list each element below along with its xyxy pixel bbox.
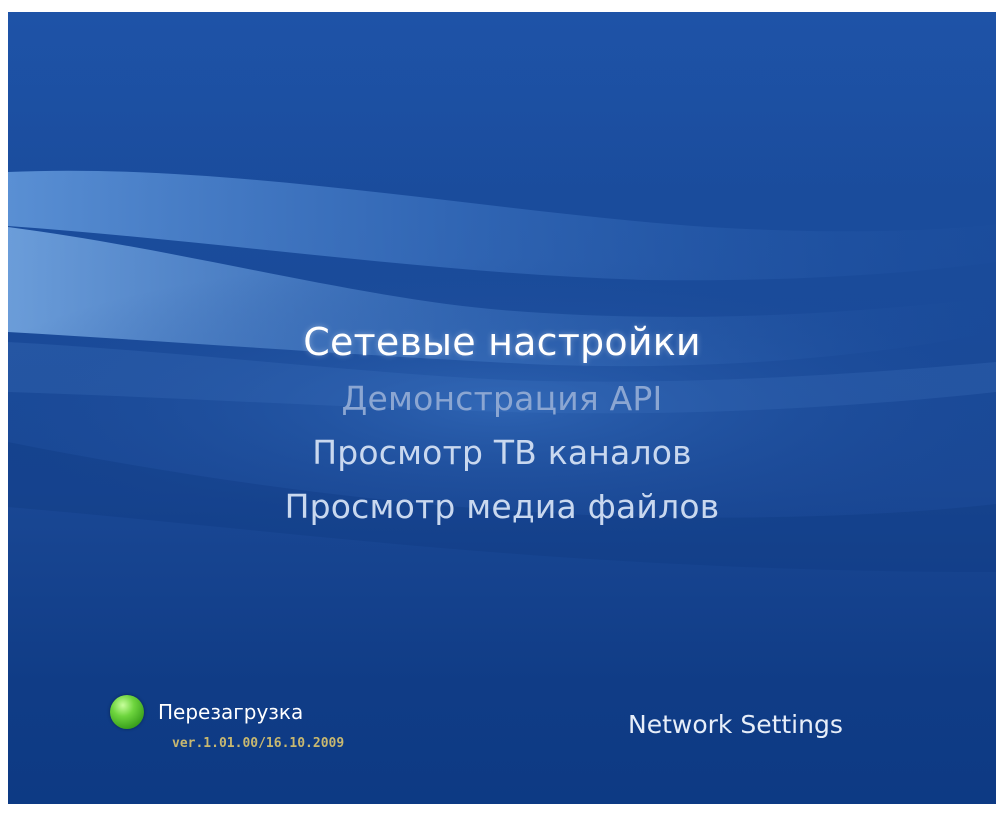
- version-label: ver.1.01.00/16.10.2009: [172, 736, 345, 751]
- reboot-label: Перезагрузка: [158, 700, 304, 724]
- menu-item-network-settings[interactable]: Сетевые настройки: [8, 312, 996, 372]
- reboot-button[interactable]: Перезагрузка: [110, 694, 303, 730]
- menu-item-api-demo[interactable]: Демонстрация API: [8, 372, 996, 426]
- main-menu-screen: Сетевые настройки Демонстрация API Просм…: [8, 12, 996, 804]
- green-circle-icon: [110, 695, 144, 729]
- screen-title: Network Settings: [628, 710, 843, 739]
- main-menu: Сетевые настройки Демонстрация API Просм…: [8, 312, 996, 534]
- menu-item-media-files[interactable]: Просмотр медиа файлов: [8, 480, 996, 534]
- menu-item-tv-channels[interactable]: Просмотр ТВ каналов: [8, 426, 996, 480]
